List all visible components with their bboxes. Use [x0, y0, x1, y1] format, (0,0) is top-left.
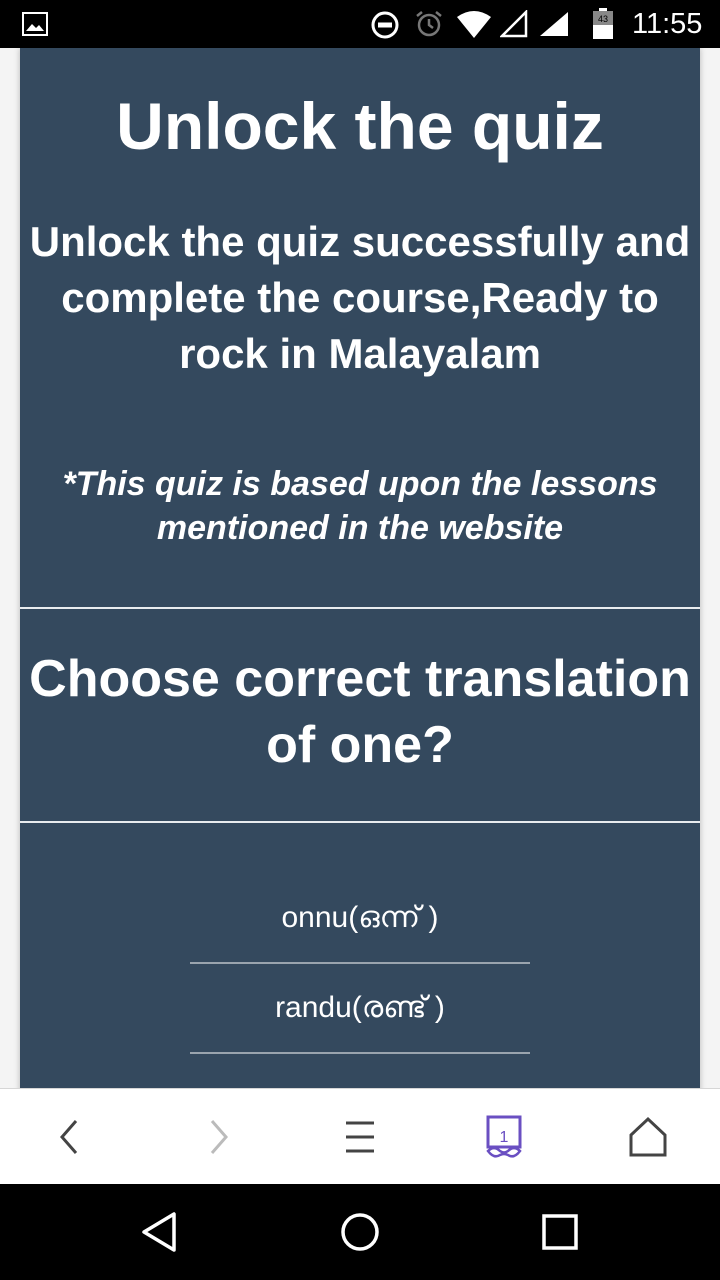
- question-text: Choose correct translation of one?: [29, 650, 691, 774]
- wifi-icon: [457, 11, 491, 38]
- signal-icon: [540, 12, 568, 36]
- answer-option-randu[interactable]: randu(രണ്ട് ): [190, 964, 530, 1054]
- clock: 11:55: [632, 8, 703, 40]
- answer-option-onnu[interactable]: onnu(ഒന്ന് ): [190, 874, 530, 964]
- nav-recents-icon[interactable]: [538, 1210, 582, 1254]
- forward-icon[interactable]: [194, 1113, 242, 1161]
- quiz-card: Unlock the quiz Unlock the quiz successf…: [20, 48, 700, 1088]
- alarm-icon: [416, 11, 442, 37]
- answer-options: onnu(ഒന്ന് ) randu(രണ്ട് ): [190, 874, 530, 1054]
- gallery-icon: [22, 12, 48, 36]
- do-not-disturb-icon: [371, 11, 399, 39]
- svg-text:43: 43: [598, 14, 608, 24]
- tabs-icon[interactable]: 1: [480, 1113, 528, 1161]
- signal-icon: [500, 10, 528, 38]
- divider: [20, 607, 700, 609]
- nav-home-icon[interactable]: [338, 1210, 382, 1254]
- quiz-subtitle: Unlock the quiz successfully and complet…: [29, 218, 691, 377]
- quiz-title: Unlock the quiz: [116, 89, 604, 163]
- divider: [20, 821, 700, 823]
- card-top: [20, 48, 700, 62]
- svg-text:1: 1: [500, 1129, 509, 1146]
- browser-toolbar: 1: [0, 1088, 720, 1184]
- system-nav-bar: [0, 1184, 720, 1280]
- quiz-note: *This quiz is based upon the lessons men…: [62, 465, 658, 547]
- menu-icon[interactable]: [336, 1113, 384, 1161]
- status-bar: 43 11:55: [0, 0, 720, 48]
- nav-back-icon[interactable]: [138, 1210, 182, 1254]
- home-icon[interactable]: [624, 1113, 672, 1161]
- web-viewport[interactable]: Unlock the quiz Unlock the quiz successf…: [0, 48, 720, 1088]
- battery-icon: 43: [593, 8, 613, 39]
- back-icon[interactable]: [46, 1113, 94, 1161]
